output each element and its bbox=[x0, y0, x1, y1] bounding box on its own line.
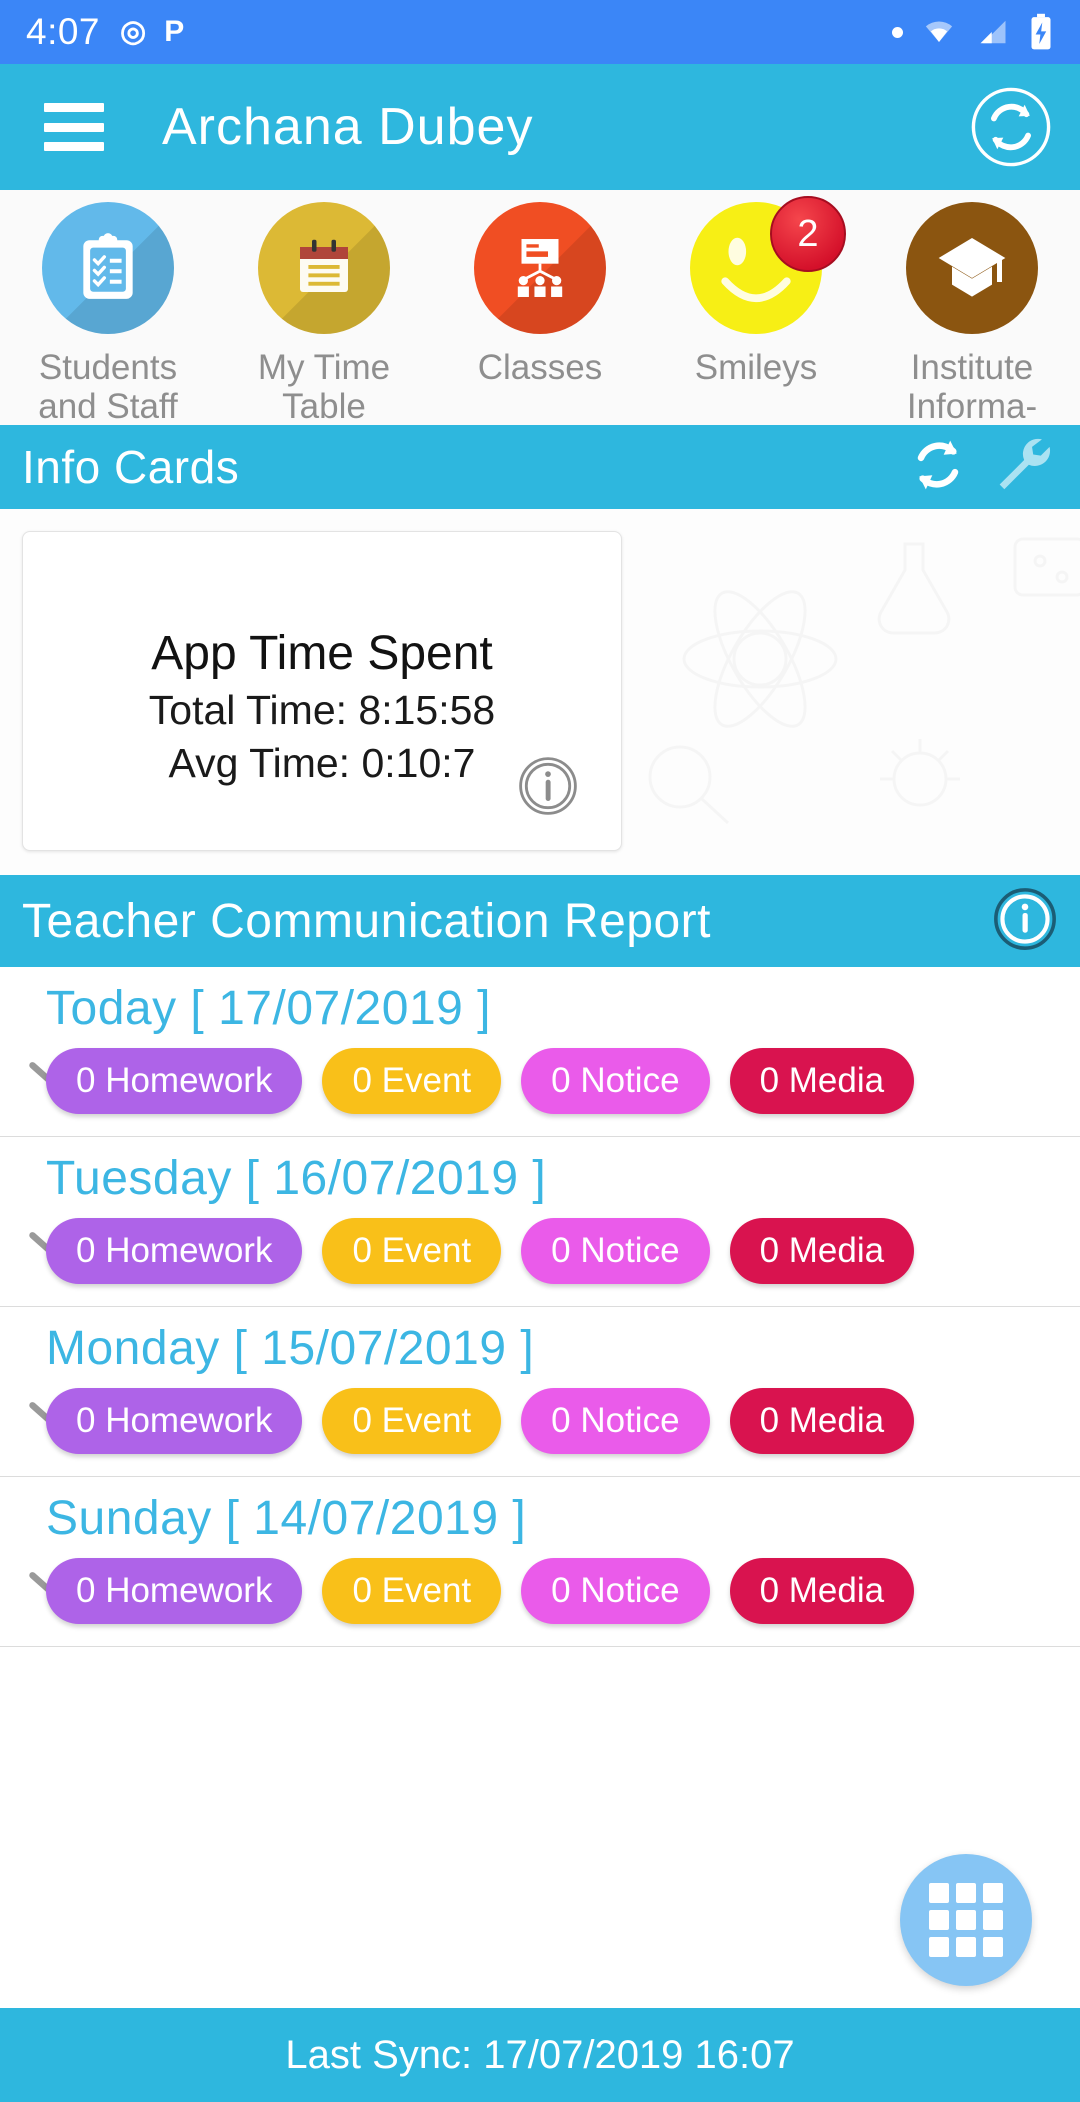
last-sync-text: Last Sync: 17/07/2019 16:07 bbox=[285, 2032, 795, 2077]
dot-icon bbox=[892, 26, 903, 38]
report-row-badges: 0 Homework 0 Event 0 Notice 0 Media bbox=[0, 1388, 1080, 1454]
quick-action-label: Classes bbox=[432, 348, 648, 387]
quick-action-label-line2: Table bbox=[282, 387, 366, 427]
status-badge-homework[interactable]: 0 Homework bbox=[46, 1048, 303, 1114]
report-header-actions bbox=[992, 886, 1058, 957]
status-badge-event[interactable]: 0 Event bbox=[322, 1048, 502, 1114]
last-sync-bar: Last Sync: 17/07/2019 16:07 bbox=[0, 2008, 1080, 2102]
info-cards-section-header: Info Cards bbox=[0, 425, 1080, 509]
status-bar-clock: 4:07 bbox=[26, 11, 101, 52]
report-row-date: Sunday [ 14/07/2019 ] bbox=[46, 1492, 527, 1545]
quick-action-students-and-staff[interactable]: Students and Staff bbox=[0, 202, 216, 426]
quick-action-institute-information[interactable]: Institute Informa- bbox=[864, 202, 1080, 426]
grid-apps-icon bbox=[929, 1883, 1003, 1957]
table-row[interactable]: Tuesday [ 16/07/2019 ] 0 Homework 0 Even… bbox=[0, 1137, 1080, 1307]
p-app-icon: P bbox=[164, 15, 185, 48]
status-badge-notice[interactable]: 0 Notice bbox=[521, 1048, 710, 1114]
status-badge-notice[interactable]: 0 Notice bbox=[521, 1218, 710, 1284]
info-cards-actions bbox=[904, 430, 1058, 505]
hamburger-menu-icon[interactable] bbox=[44, 103, 104, 151]
quick-action-label: Smileys bbox=[648, 348, 864, 387]
status-badge-media[interactable]: 0 Media bbox=[729, 1218, 915, 1284]
report-row-badges: 0 Homework 0 Event 0 Notice 0 Media bbox=[0, 1218, 1080, 1284]
quick-action-label-line2: and Staff bbox=[38, 387, 178, 427]
calendar-icon bbox=[258, 202, 390, 334]
refresh-icon[interactable] bbox=[904, 431, 972, 504]
table-row[interactable]: Monday [ 15/07/2019 ] 0 Homework 0 Event… bbox=[0, 1307, 1080, 1477]
status-badge-event[interactable]: 0 Event bbox=[322, 1388, 502, 1454]
quick-action-classes[interactable]: Classes bbox=[432, 202, 648, 387]
graduation-cap-icon bbox=[906, 202, 1038, 334]
quick-action-label: Students and Staff bbox=[0, 348, 216, 426]
app-bar: Archana Dubey bbox=[0, 64, 1080, 190]
report-row-badges: 0 Homework 0 Event 0 Notice 0 Media bbox=[0, 1048, 1080, 1114]
report-title: Teacher Communication Report bbox=[22, 894, 711, 948]
status-bar-system-icons bbox=[892, 13, 1054, 51]
status-badge-notice[interactable]: 0 Notice bbox=[521, 1558, 710, 1624]
status-bar-notification-icons: ◎ P bbox=[120, 17, 184, 47]
quick-action-label: Institute Informa- bbox=[864, 348, 1080, 426]
status-badge-media[interactable]: 0 Media bbox=[729, 1558, 915, 1624]
quick-action-my-time-table[interactable]: My Time Table bbox=[216, 202, 432, 426]
status-badge-media[interactable]: 0 Media bbox=[729, 1388, 915, 1454]
report-row-date: Today [ 17/07/2019 ] bbox=[46, 982, 491, 1035]
quick-actions-row: Students and Staff My Time Table Classes… bbox=[0, 190, 1080, 426]
quick-action-label-line1: Smileys bbox=[694, 348, 818, 387]
report-row-badges: 0 Homework 0 Event 0 Notice 0 Media bbox=[0, 1558, 1080, 1624]
quick-action-label-line1: My Time bbox=[257, 348, 391, 387]
status-badge-homework[interactable]: 0 Homework bbox=[46, 1218, 303, 1284]
report-rows-list: Today [ 17/07/2019 ] 0 Homework 0 Event … bbox=[0, 967, 1080, 1647]
table-row[interactable]: Today [ 17/07/2019 ] 0 Homework 0 Event … bbox=[0, 967, 1080, 1137]
quick-action-label-line2: Informa- bbox=[906, 387, 1038, 427]
card-title: App Time Spent bbox=[151, 627, 493, 680]
quick-action-label: My Time Table bbox=[216, 348, 432, 426]
status-badge-notice[interactable]: 0 Notice bbox=[521, 1388, 710, 1454]
report-row-date: Tuesday [ 16/07/2019 ] bbox=[46, 1152, 547, 1205]
card-avg-time: Avg Time: 0:10:7 bbox=[168, 740, 476, 786]
teacher-communication-report-header: Teacher Communication Report bbox=[0, 875, 1080, 967]
status-bar: 4:07 ◎ P bbox=[0, 0, 1080, 64]
status-badge-homework[interactable]: 0 Homework bbox=[46, 1558, 303, 1624]
status-badge-media[interactable]: 0 Media bbox=[729, 1048, 915, 1114]
page-title: Archana Dubey bbox=[162, 98, 534, 156]
status-badge-homework[interactable]: 0 Homework bbox=[46, 1388, 303, 1454]
wifi-icon bbox=[925, 21, 953, 42]
signal-icon bbox=[980, 20, 1006, 44]
wrench-icon[interactable] bbox=[988, 430, 1058, 505]
quick-action-label-line1: Students bbox=[38, 348, 178, 387]
app-time-spent-card[interactable]: App Time Spent Total Time: 8:15:58 Avg T… bbox=[22, 531, 622, 851]
smileys-notification-badge: 2 bbox=[770, 196, 846, 272]
quick-action-label-line1: Institute bbox=[910, 348, 1034, 387]
battery-charging-icon bbox=[1031, 13, 1051, 50]
info-circle-icon[interactable] bbox=[992, 886, 1058, 957]
presentation-board-icon bbox=[474, 202, 606, 334]
info-cards-title: Info Cards bbox=[22, 441, 240, 493]
quick-action-smileys[interactable]: 2 Smileys bbox=[648, 196, 864, 387]
status-badge-event[interactable]: 0 Event bbox=[322, 1558, 502, 1624]
info-cards-area: App Time Spent Total Time: 8:15:58 Avg T… bbox=[0, 509, 1080, 875]
opera-icon: ◎ bbox=[120, 15, 147, 48]
apps-grid-fab[interactable] bbox=[900, 1854, 1032, 1986]
status-badge-event[interactable]: 0 Event bbox=[322, 1218, 502, 1284]
report-row-date: Monday [ 15/07/2019 ] bbox=[46, 1322, 535, 1375]
quick-action-label-line1: Classes bbox=[477, 348, 603, 387]
table-row[interactable]: Sunday [ 14/07/2019 ] 0 Homework 0 Event… bbox=[0, 1477, 1080, 1647]
sync-refresh-icon[interactable] bbox=[970, 86, 1052, 168]
clipboard-checklist-icon bbox=[42, 202, 174, 334]
card-total-time: Total Time: 8:15:58 bbox=[148, 687, 496, 733]
info-circle-icon[interactable] bbox=[517, 755, 579, 822]
